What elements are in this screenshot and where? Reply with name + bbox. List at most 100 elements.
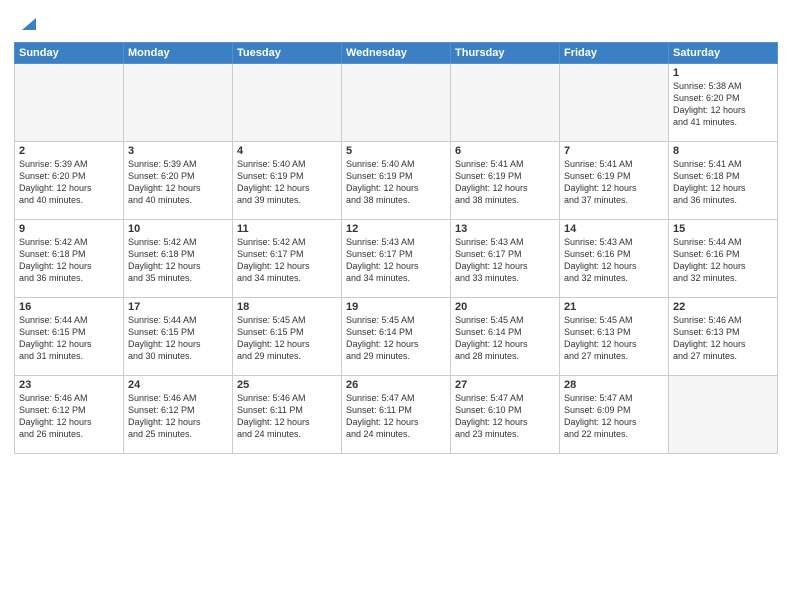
day-number: 4	[237, 145, 337, 157]
day-info: Sunrise: 5:44 AM Sunset: 6:15 PM Dayligh…	[19, 314, 119, 363]
calendar-cell: 17Sunrise: 5:44 AM Sunset: 6:15 PM Dayli…	[124, 298, 233, 376]
weekday-header-thursday: Thursday	[451, 43, 560, 64]
day-info: Sunrise: 5:43 AM Sunset: 6:17 PM Dayligh…	[346, 236, 446, 285]
day-info: Sunrise: 5:41 AM Sunset: 6:18 PM Dayligh…	[673, 158, 773, 207]
calendar-cell	[560, 64, 669, 142]
calendar-cell: 28Sunrise: 5:47 AM Sunset: 6:09 PM Dayli…	[560, 376, 669, 454]
calendar-cell: 25Sunrise: 5:46 AM Sunset: 6:11 PM Dayli…	[233, 376, 342, 454]
calendar-cell	[124, 64, 233, 142]
weekday-header-saturday: Saturday	[669, 43, 778, 64]
weekday-header-tuesday: Tuesday	[233, 43, 342, 64]
day-info: Sunrise: 5:42 AM Sunset: 6:18 PM Dayligh…	[19, 236, 119, 285]
day-number: 12	[346, 223, 446, 235]
day-info: Sunrise: 5:45 AM Sunset: 6:15 PM Dayligh…	[237, 314, 337, 363]
day-info: Sunrise: 5:40 AM Sunset: 6:19 PM Dayligh…	[237, 158, 337, 207]
day-number: 17	[128, 301, 228, 313]
calendar-cell: 2Sunrise: 5:39 AM Sunset: 6:20 PM Daylig…	[15, 142, 124, 220]
day-number: 22	[673, 301, 773, 313]
calendar-cell: 1Sunrise: 5:38 AM Sunset: 6:20 PM Daylig…	[669, 64, 778, 142]
day-number: 10	[128, 223, 228, 235]
day-info: Sunrise: 5:46 AM Sunset: 6:12 PM Dayligh…	[19, 392, 119, 441]
day-number: 6	[455, 145, 555, 157]
weekday-header-friday: Friday	[560, 43, 669, 64]
day-info: Sunrise: 5:38 AM Sunset: 6:20 PM Dayligh…	[673, 80, 773, 129]
calendar-cell: 6Sunrise: 5:41 AM Sunset: 6:19 PM Daylig…	[451, 142, 560, 220]
day-info: Sunrise: 5:47 AM Sunset: 6:11 PM Dayligh…	[346, 392, 446, 441]
day-number: 16	[19, 301, 119, 313]
day-number: 9	[19, 223, 119, 235]
calendar-cell	[233, 64, 342, 142]
calendar-cell: 20Sunrise: 5:45 AM Sunset: 6:14 PM Dayli…	[451, 298, 560, 376]
day-info: Sunrise: 5:41 AM Sunset: 6:19 PM Dayligh…	[455, 158, 555, 207]
day-info: Sunrise: 5:45 AM Sunset: 6:13 PM Dayligh…	[564, 314, 664, 363]
day-info: Sunrise: 5:41 AM Sunset: 6:19 PM Dayligh…	[564, 158, 664, 207]
calendar-cell: 8Sunrise: 5:41 AM Sunset: 6:18 PM Daylig…	[669, 142, 778, 220]
day-number: 18	[237, 301, 337, 313]
day-number: 7	[564, 145, 664, 157]
day-number: 21	[564, 301, 664, 313]
calendar-cell: 13Sunrise: 5:43 AM Sunset: 6:17 PM Dayli…	[451, 220, 560, 298]
day-number: 1	[673, 67, 773, 79]
day-info: Sunrise: 5:44 AM Sunset: 6:15 PM Dayligh…	[128, 314, 228, 363]
day-info: Sunrise: 5:47 AM Sunset: 6:09 PM Dayligh…	[564, 392, 664, 441]
calendar-cell: 10Sunrise: 5:42 AM Sunset: 6:18 PM Dayli…	[124, 220, 233, 298]
calendar-cell: 14Sunrise: 5:43 AM Sunset: 6:16 PM Dayli…	[560, 220, 669, 298]
calendar-cell: 27Sunrise: 5:47 AM Sunset: 6:10 PM Dayli…	[451, 376, 560, 454]
calendar-cell: 3Sunrise: 5:39 AM Sunset: 6:20 PM Daylig…	[124, 142, 233, 220]
day-info: Sunrise: 5:40 AM Sunset: 6:19 PM Dayligh…	[346, 158, 446, 207]
day-number: 23	[19, 379, 119, 391]
calendar-week-row: 2Sunrise: 5:39 AM Sunset: 6:20 PM Daylig…	[15, 142, 778, 220]
calendar-week-row: 1Sunrise: 5:38 AM Sunset: 6:20 PM Daylig…	[15, 64, 778, 142]
day-info: Sunrise: 5:45 AM Sunset: 6:14 PM Dayligh…	[346, 314, 446, 363]
calendar-cell: 24Sunrise: 5:46 AM Sunset: 6:12 PM Dayli…	[124, 376, 233, 454]
calendar-cell	[15, 64, 124, 142]
day-number: 26	[346, 379, 446, 391]
weekday-header-wednesday: Wednesday	[342, 43, 451, 64]
calendar-cell: 7Sunrise: 5:41 AM Sunset: 6:19 PM Daylig…	[560, 142, 669, 220]
calendar-week-row: 16Sunrise: 5:44 AM Sunset: 6:15 PM Dayli…	[15, 298, 778, 376]
day-info: Sunrise: 5:43 AM Sunset: 6:16 PM Dayligh…	[564, 236, 664, 285]
calendar-cell: 12Sunrise: 5:43 AM Sunset: 6:17 PM Dayli…	[342, 220, 451, 298]
header	[14, 12, 778, 34]
day-info: Sunrise: 5:46 AM Sunset: 6:13 PM Dayligh…	[673, 314, 773, 363]
calendar-table: SundayMondayTuesdayWednesdayThursdayFrid…	[14, 42, 778, 454]
day-number: 14	[564, 223, 664, 235]
day-number: 25	[237, 379, 337, 391]
day-info: Sunrise: 5:42 AM Sunset: 6:18 PM Dayligh…	[128, 236, 228, 285]
calendar-cell: 16Sunrise: 5:44 AM Sunset: 6:15 PM Dayli…	[15, 298, 124, 376]
calendar-cell: 5Sunrise: 5:40 AM Sunset: 6:19 PM Daylig…	[342, 142, 451, 220]
day-info: Sunrise: 5:44 AM Sunset: 6:16 PM Dayligh…	[673, 236, 773, 285]
calendar-cell: 4Sunrise: 5:40 AM Sunset: 6:19 PM Daylig…	[233, 142, 342, 220]
calendar-week-row: 9Sunrise: 5:42 AM Sunset: 6:18 PM Daylig…	[15, 220, 778, 298]
day-number: 19	[346, 301, 446, 313]
day-number: 8	[673, 145, 773, 157]
day-info: Sunrise: 5:47 AM Sunset: 6:10 PM Dayligh…	[455, 392, 555, 441]
day-number: 11	[237, 223, 337, 235]
day-number: 13	[455, 223, 555, 235]
calendar-cell: 11Sunrise: 5:42 AM Sunset: 6:17 PM Dayli…	[233, 220, 342, 298]
logo-icon	[16, 12, 38, 34]
calendar-page: SundayMondayTuesdayWednesdayThursdayFrid…	[0, 0, 792, 612]
calendar-cell: 26Sunrise: 5:47 AM Sunset: 6:11 PM Dayli…	[342, 376, 451, 454]
weekday-header-row: SundayMondayTuesdayWednesdayThursdayFrid…	[15, 43, 778, 64]
day-info: Sunrise: 5:43 AM Sunset: 6:17 PM Dayligh…	[455, 236, 555, 285]
day-info: Sunrise: 5:46 AM Sunset: 6:11 PM Dayligh…	[237, 392, 337, 441]
logo	[14, 12, 38, 34]
day-number: 5	[346, 145, 446, 157]
calendar-cell: 18Sunrise: 5:45 AM Sunset: 6:15 PM Dayli…	[233, 298, 342, 376]
calendar-cell	[451, 64, 560, 142]
calendar-cell: 23Sunrise: 5:46 AM Sunset: 6:12 PM Dayli…	[15, 376, 124, 454]
day-info: Sunrise: 5:39 AM Sunset: 6:20 PM Dayligh…	[19, 158, 119, 207]
weekday-header-sunday: Sunday	[15, 43, 124, 64]
day-info: Sunrise: 5:39 AM Sunset: 6:20 PM Dayligh…	[128, 158, 228, 207]
calendar-cell	[669, 376, 778, 454]
day-number: 28	[564, 379, 664, 391]
day-info: Sunrise: 5:42 AM Sunset: 6:17 PM Dayligh…	[237, 236, 337, 285]
day-number: 20	[455, 301, 555, 313]
calendar-cell: 21Sunrise: 5:45 AM Sunset: 6:13 PM Dayli…	[560, 298, 669, 376]
day-number: 15	[673, 223, 773, 235]
calendar-cell: 19Sunrise: 5:45 AM Sunset: 6:14 PM Dayli…	[342, 298, 451, 376]
calendar-week-row: 23Sunrise: 5:46 AM Sunset: 6:12 PM Dayli…	[15, 376, 778, 454]
weekday-header-monday: Monday	[124, 43, 233, 64]
day-info: Sunrise: 5:46 AM Sunset: 6:12 PM Dayligh…	[128, 392, 228, 441]
